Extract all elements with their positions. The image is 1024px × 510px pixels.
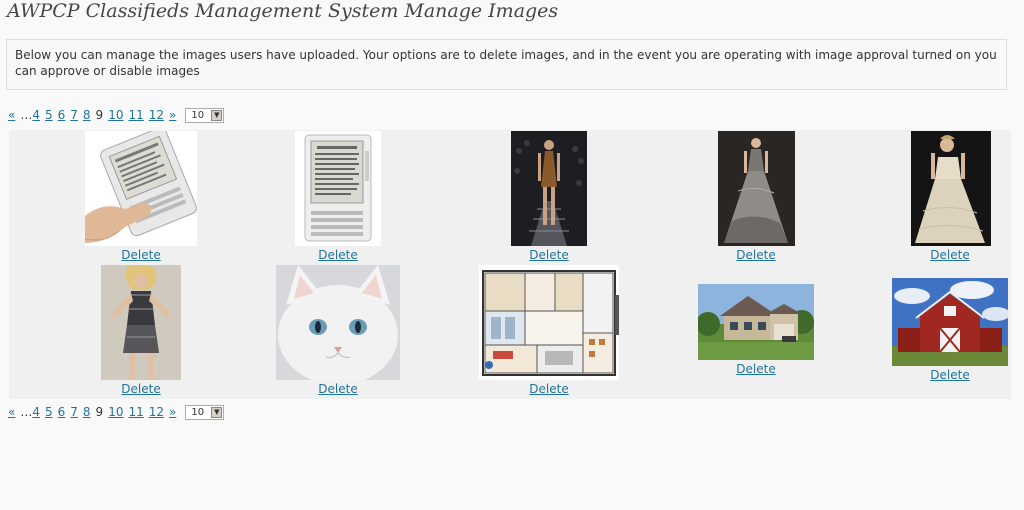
pagination-page-4[interactable]: 4 bbox=[32, 405, 40, 419]
pagination-page-11[interactable]: 11 bbox=[128, 405, 143, 419]
pagination-page-5[interactable]: 5 bbox=[45, 405, 53, 419]
image-thumbnail-10 bbox=[892, 278, 1008, 366]
delete-link-10[interactable]: Delete bbox=[930, 368, 969, 382]
pagination-prev[interactable]: « bbox=[8, 405, 15, 419]
per-page-select[interactable]: 10 ▼ bbox=[185, 107, 225, 123]
per-page-value: 10 bbox=[191, 406, 205, 418]
info-notice: Below you can manage the images users ha… bbox=[6, 39, 1007, 90]
chevron-down-icon: ▼ bbox=[211, 406, 223, 418]
delete-link-5[interactable]: Delete bbox=[930, 248, 969, 262]
pagination-top: « … 4 5 6 7 8 9 10 11 12 » 10 ▼ bbox=[8, 106, 225, 124]
pagination-page-6[interactable]: 6 bbox=[58, 108, 66, 122]
page-title: AWPCP Classifieds Management System Mana… bbox=[7, 0, 559, 22]
delete-link-1[interactable]: Delete bbox=[121, 248, 160, 262]
pagination-page-8[interactable]: 8 bbox=[83, 405, 91, 419]
pagination-current-page: 9 bbox=[95, 108, 104, 122]
image-grid: Delete Delete Delete Delete Delete Delet… bbox=[9, 130, 1011, 399]
image-thumbnail-7 bbox=[276, 265, 400, 380]
pagination-page-6[interactable]: 6 bbox=[58, 405, 66, 419]
pagination-page-12[interactable]: 12 bbox=[149, 405, 164, 419]
delete-link-3[interactable]: Delete bbox=[529, 248, 568, 262]
pagination-page-10[interactable]: 10 bbox=[108, 405, 123, 419]
pagination-ellipsis: … bbox=[20, 405, 33, 419]
delete-link-8[interactable]: Delete bbox=[529, 382, 568, 396]
image-thumbnail-1 bbox=[85, 131, 197, 246]
image-thumbnail-4 bbox=[718, 131, 795, 246]
pagination-page-11[interactable]: 11 bbox=[128, 108, 143, 122]
image-thumbnail-2 bbox=[295, 131, 381, 246]
per-page-value: 10 bbox=[191, 109, 205, 121]
image-thumbnail-6 bbox=[101, 265, 181, 380]
image-thumbnail-3 bbox=[511, 131, 587, 246]
pagination-page-7[interactable]: 7 bbox=[70, 108, 78, 122]
notice-text: Below you can manage the images users ha… bbox=[15, 48, 997, 78]
image-thumbnail-5 bbox=[911, 131, 991, 246]
image-thumbnail-8 bbox=[479, 265, 619, 380]
pagination-bottom: « … 4 5 6 7 8 9 10 11 12 » 10 ▼ bbox=[8, 403, 225, 421]
pagination-page-12[interactable]: 12 bbox=[149, 108, 164, 122]
pagination-next[interactable]: » bbox=[169, 108, 176, 122]
pagination-ellipsis: … bbox=[20, 108, 33, 122]
pagination-page-8[interactable]: 8 bbox=[83, 108, 91, 122]
pagination-page-4[interactable]: 4 bbox=[32, 108, 40, 122]
delete-link-2[interactable]: Delete bbox=[318, 248, 357, 262]
pagination-page-10[interactable]: 10 bbox=[108, 108, 123, 122]
pagination-next[interactable]: » bbox=[169, 405, 176, 419]
delete-link-9[interactable]: Delete bbox=[736, 362, 775, 376]
chevron-down-icon: ▼ bbox=[211, 109, 223, 121]
pagination-prev[interactable]: « bbox=[8, 108, 15, 122]
delete-link-6[interactable]: Delete bbox=[121, 382, 160, 396]
pagination-current-page: 9 bbox=[95, 405, 104, 419]
pagination-page-7[interactable]: 7 bbox=[70, 405, 78, 419]
image-thumbnail-9 bbox=[698, 284, 814, 360]
pagination-page-5[interactable]: 5 bbox=[45, 108, 53, 122]
delete-link-4[interactable]: Delete bbox=[736, 248, 775, 262]
delete-link-7[interactable]: Delete bbox=[318, 382, 357, 396]
per-page-select[interactable]: 10 ▼ bbox=[185, 404, 225, 420]
